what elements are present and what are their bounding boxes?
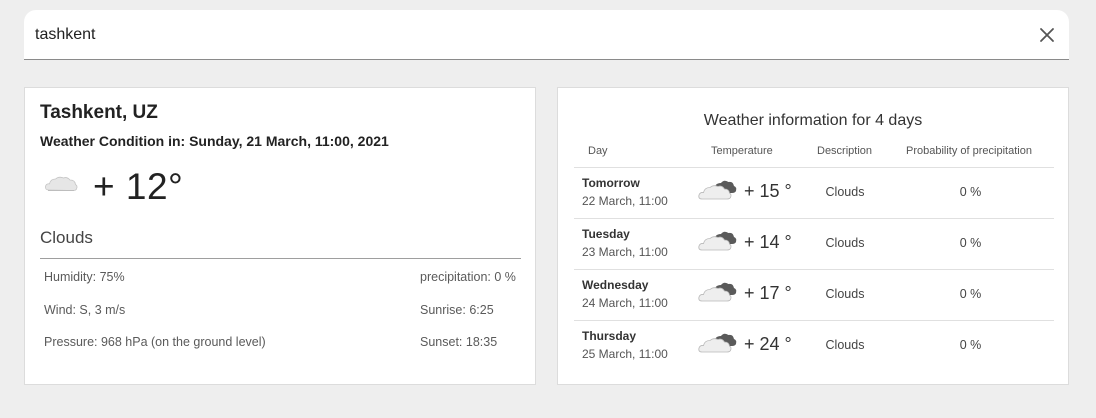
forecast-card: Weather information for 4 days Day Tempe… <box>557 87 1069 385</box>
forecast-day: Tomorrow <box>582 176 640 190</box>
forecast-temperature: + 14 ° <box>744 232 792 252</box>
header-temperature: Temperature <box>711 145 773 157</box>
close-icon[interactable] <box>1037 25 1057 45</box>
row-divider <box>574 269 1054 270</box>
current-weather-card: Tashkent, UZ Weather Condition in: Sunda… <box>24 87 536 385</box>
header-day: Day <box>588 145 608 157</box>
forecast-temperature: + 17 ° <box>744 283 792 303</box>
sunset-text: Sunset: 18:35 <box>420 335 498 349</box>
header-probability: Probability of precipitation <box>906 145 1032 157</box>
forecast-probability: 0 % <box>959 338 982 352</box>
current-temperature: + 12° <box>93 166 184 207</box>
forecast-description: Clouds <box>825 236 865 250</box>
divider <box>40 258 521 259</box>
wind-text: Wind: S, 3 m/s <box>44 303 126 317</box>
clouds-icon <box>698 231 737 251</box>
city-title: Tashkent, UZ <box>40 102 158 123</box>
current-description: Clouds <box>40 228 93 247</box>
forecast-date: 23 March, 11:00 <box>582 245 668 259</box>
row-divider <box>574 167 1054 168</box>
forecast-title: Weather information for 4 days <box>703 112 923 129</box>
forecast-date: 24 March, 11:00 <box>582 296 668 310</box>
forecast-date: 25 March, 11:00 <box>582 347 668 361</box>
cloud-icon <box>45 176 78 191</box>
precipitation-text: precipitation: 0 % <box>420 270 516 284</box>
forecast-probability: 0 % <box>959 185 982 199</box>
forecast-day: Thursday <box>582 329 637 343</box>
humidity-text: Humidity: 75% <box>44 270 125 284</box>
clouds-icon <box>698 180 737 200</box>
forecast-probability: 0 % <box>959 236 982 250</box>
search-input[interactable] <box>35 24 995 46</box>
forecast-description: Clouds <box>825 287 865 301</box>
clouds-icon <box>698 333 737 353</box>
forecast-date: 22 March, 11:00 <box>582 194 668 208</box>
forecast-description: Clouds <box>825 338 865 352</box>
forecast-temperature: + 24 ° <box>744 334 792 354</box>
weather-condition-label: Weather Condition in: Sunday, 21 March, … <box>40 133 389 149</box>
forecast-probability: 0 % <box>959 287 982 301</box>
search-bar <box>24 10 1069 60</box>
row-divider <box>574 320 1054 321</box>
forecast-day: Tuesday <box>582 227 630 241</box>
header-description: Description <box>817 145 873 157</box>
pressure-text: Pressure: 968 hPa (on the ground level) <box>44 335 266 349</box>
forecast-description: Clouds <box>825 185 865 199</box>
forecast-day: Wednesday <box>582 278 649 292</box>
forecast-temperature: + 15 ° <box>744 181 792 201</box>
sunrise-text: Sunrise: 6:25 <box>420 303 494 317</box>
row-divider <box>574 218 1054 219</box>
clouds-icon <box>698 282 737 302</box>
